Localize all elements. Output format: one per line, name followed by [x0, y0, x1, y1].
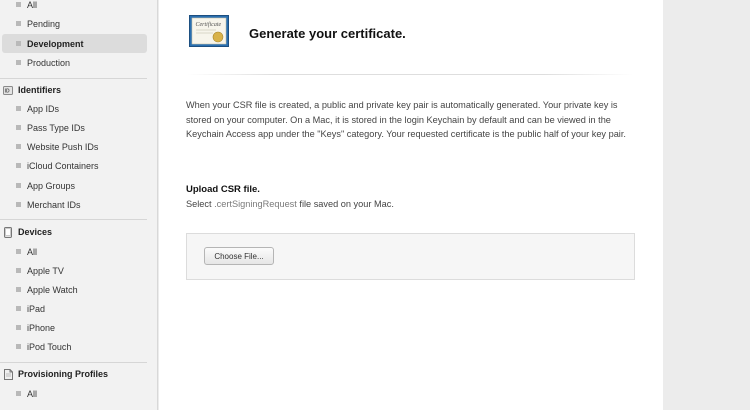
bullet-icon: [16, 106, 21, 111]
bullet-icon: [16, 344, 21, 349]
sidebar-item-ipod-touch[interactable]: iPod Touch: [2, 337, 147, 356]
sidebar-item-label: All: [27, 0, 38, 10]
sidebar: All Pending Development Production ID Id…: [0, 0, 158, 410]
profile-icon: [3, 368, 13, 380]
sidebar-item-development[interactable]: Development: [2, 34, 147, 53]
upload-dropzone: Choose File...: [186, 233, 635, 280]
bullet-icon: [16, 144, 21, 149]
sidebar-item-profiles-all[interactable]: All: [2, 384, 147, 403]
section-provisioning-profiles[interactable]: Provisioning Profiles: [0, 364, 157, 384]
sidebar-divider: [0, 219, 147, 220]
sidebar-item-label: App IDs: [27, 103, 60, 114]
sidebar-item-label: All: [27, 246, 38, 257]
sidebar-item-label: Pending: [27, 18, 61, 29]
sidebar-item-website-push-ids[interactable]: Website Push IDs: [2, 137, 147, 156]
sidebar-item-label: App Groups: [27, 180, 76, 191]
sidebar-item-merchant-ids[interactable]: Merchant IDs: [2, 195, 147, 214]
sidebar-divider: [0, 78, 147, 79]
header-divider: [187, 74, 633, 75]
right-gutter: [663, 0, 750, 410]
sidebar-item-label: Apple Watch: [27, 284, 78, 295]
section-title: Identifiers: [18, 85, 62, 95]
sidebar-item-pending[interactable]: Pending: [2, 14, 147, 33]
sidebar-item-apple-watch[interactable]: Apple Watch: [2, 280, 147, 299]
main-panel: Certificate Generate your certificate. W…: [159, 0, 663, 410]
bullet-icon: [16, 268, 21, 273]
choose-file-button[interactable]: Choose File...: [204, 247, 274, 265]
bullet-icon: [16, 2, 21, 7]
upload-instructions: Select .certSigningRequest file saved on…: [186, 199, 394, 209]
bullet-icon: [16, 60, 21, 65]
section-title: Devices: [18, 227, 53, 237]
svg-text:Certificate: Certificate: [196, 21, 222, 28]
sidebar-item-label: Development: [27, 38, 84, 49]
bullet-icon: [16, 21, 21, 26]
bullet-icon: [16, 287, 21, 292]
sidebar-item-label: Merchant IDs: [27, 199, 81, 210]
sidebar-item-devices-all[interactable]: All: [2, 242, 147, 261]
sidebar-item-label: iPod Touch: [27, 341, 72, 352]
upload-instructions-suffix: file saved on your Mac.: [296, 199, 394, 209]
upload-instructions-prefix: Select: [186, 199, 215, 209]
section-title: Provisioning Profiles: [18, 369, 109, 379]
sidebar-item-iphone[interactable]: iPhone: [2, 318, 147, 337]
sidebar-divider: [0, 362, 147, 363]
bullet-icon: [16, 125, 21, 130]
bullet-icon: [16, 202, 21, 207]
bullet-icon: [16, 391, 21, 396]
section-identifiers[interactable]: ID Identifiers: [0, 80, 157, 100]
bullet-icon: [16, 249, 21, 254]
bullet-icon: [16, 183, 21, 188]
id-icon: ID: [3, 85, 13, 95]
upload-heading: Upload CSR file.: [186, 184, 260, 195]
sidebar-item-label: iPhone: [27, 322, 56, 333]
sidebar-item-label: iPad: [27, 303, 46, 314]
bullet-icon: [16, 325, 21, 330]
bullet-icon: [16, 41, 21, 46]
sidebar-item-ipad[interactable]: iPad: [2, 299, 147, 318]
sidebar-item-label: Production: [27, 57, 71, 68]
sidebar-item-label: Pass Type IDs: [27, 122, 85, 133]
device-icon: [3, 226, 13, 238]
bullet-icon: [16, 163, 21, 168]
sidebar-item-label: Apple TV: [27, 265, 64, 276]
intro-paragraph: When your CSR file is created, a public …: [186, 100, 626, 139]
bullet-icon: [16, 306, 21, 311]
sidebar-item-app-groups[interactable]: App Groups: [2, 176, 147, 195]
sidebar-item-app-ids[interactable]: App IDs: [2, 99, 147, 118]
sidebar-item-label: All: [27, 388, 38, 399]
section-devices[interactable]: Devices: [0, 222, 157, 242]
certificate-icon: Certificate: [189, 15, 229, 47]
page-title: Generate your certificate.: [249, 26, 406, 41]
sidebar-item-icloud-containers[interactable]: iCloud Containers: [2, 156, 147, 175]
sidebar-item-certificates-all[interactable]: All: [2, 0, 147, 14]
file-extension: .certSigningRequest: [214, 199, 297, 209]
sidebar-item-label: iCloud Containers: [27, 160, 99, 171]
svg-text:ID: ID: [5, 88, 10, 94]
sidebar-item-label: Website Push IDs: [27, 141, 99, 152]
sidebar-item-pass-type-ids[interactable]: Pass Type IDs: [2, 118, 147, 137]
sidebar-item-production[interactable]: Production: [2, 53, 147, 72]
sidebar-item-apple-tv[interactable]: Apple TV: [2, 261, 147, 280]
